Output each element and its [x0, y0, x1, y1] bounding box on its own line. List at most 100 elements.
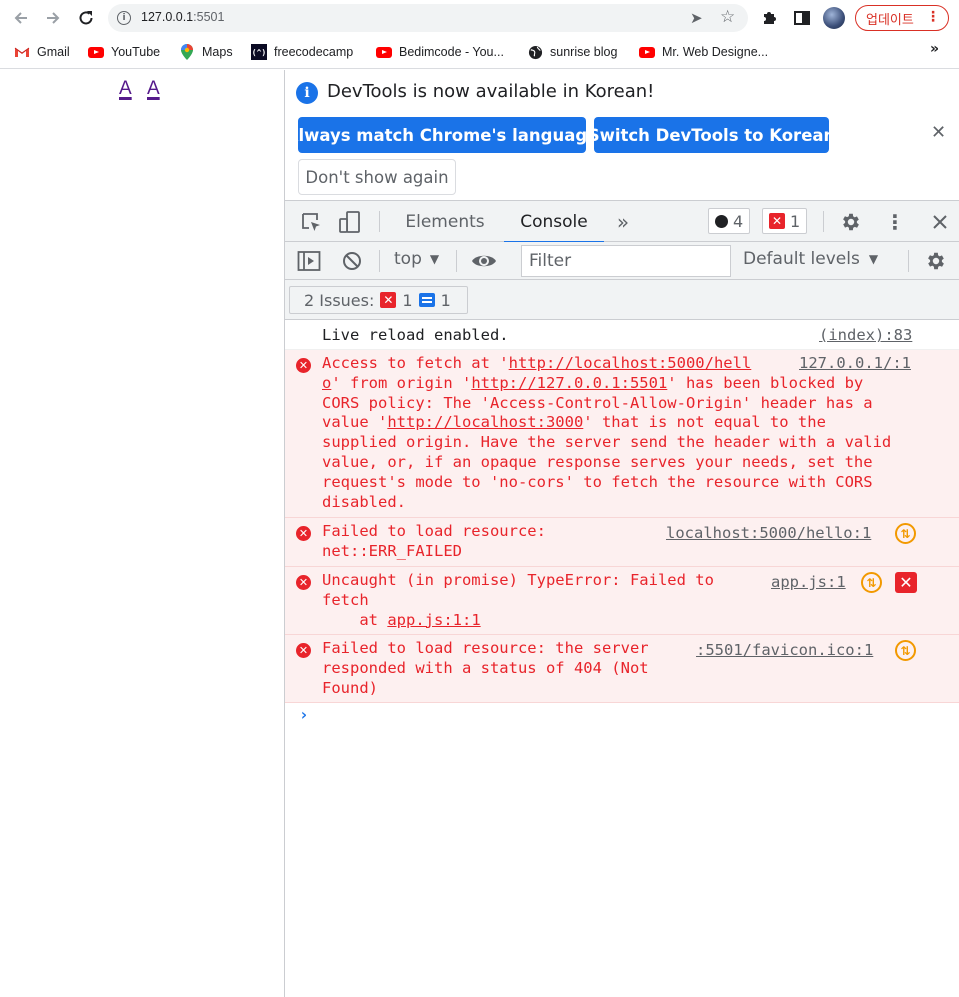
tab-console[interactable]: Console	[504, 201, 604, 243]
stack-trace-link[interactable]: app.js:1:1	[387, 611, 480, 629]
profile-avatar[interactable]	[823, 7, 845, 29]
gear-icon	[928, 252, 944, 270]
network-request-icon[interactable]: ⇅	[895, 640, 916, 661]
gmail-icon	[14, 45, 30, 59]
text-part: ' from origin '	[331, 373, 472, 392]
globe-icon	[527, 45, 543, 59]
close-devtools-button[interactable]	[929, 211, 951, 233]
reload-button[interactable]	[75, 7, 97, 29]
url-text[interactable]: 127.0.0.1:5501	[141, 10, 224, 24]
forward-button[interactable]	[42, 7, 64, 29]
error-square-icon: ✕	[769, 213, 785, 229]
message-text: Failed to load resource: net::ERR_FAILED	[322, 522, 546, 560]
bookmark-sunrise-blog[interactable]: sunrise blog	[527, 43, 617, 61]
side-panel-icon	[794, 11, 810, 25]
match-language-button[interactable]: Always match Chrome's language	[286, 117, 598, 153]
reload-icon	[79, 11, 93, 25]
bookmark-bedimcode[interactable]: Bedimcode - You...	[376, 43, 504, 61]
message-source-link[interactable]: app.js:1	[771, 573, 846, 593]
update-button[interactable]: 업데이트 ⋮	[855, 5, 949, 31]
button-label: Always match Chrome's language	[285, 125, 599, 145]
bookmark-mr-web-designer[interactable]: Mr. Web Designe...	[639, 43, 768, 61]
message-source-link[interactable]: (index):83	[819, 326, 912, 346]
log-levels-dropdown[interactable]: Default levels ▼	[743, 249, 878, 269]
console-messages: Live reload enabled. (index):83 ✕ Access…	[285, 320, 959, 724]
issue-badge-icon[interactable]: ✕	[895, 572, 917, 593]
tab-elements[interactable]: Elements	[395, 201, 495, 242]
inspect-element-button[interactable]	[300, 211, 322, 233]
divider	[823, 211, 824, 232]
page-link[interactable]: A	[147, 78, 160, 100]
extensions-button[interactable]	[759, 7, 781, 29]
tab-label: Elements	[405, 211, 485, 232]
puzzle-icon	[764, 12, 776, 24]
context-value: top	[394, 249, 422, 269]
network-request-icon[interactable]: ⇅	[895, 523, 916, 544]
console-settings-button[interactable]	[925, 250, 947, 272]
language-infobar: i DevTools is now available in Korean! A…	[285, 70, 959, 201]
page-link[interactable]: A	[119, 78, 132, 100]
browser-toolbar: i 127.0.0.1:5501 ➤ ☆ 업데이트 ⋮	[0, 0, 959, 36]
issues-message-count: 1	[440, 290, 451, 310]
text-part: Access to fetch at '	[322, 354, 509, 372]
triangle-down-icon: ▼	[429, 252, 440, 266]
url-link[interactable]: http://127.0.0.1:5501	[471, 374, 667, 392]
bookmark-label: Maps	[202, 45, 233, 59]
devtools-panel: i DevTools is now available in Korean! A…	[285, 70, 959, 997]
issues-bar: 2 Issues: ✕ 1 1	[285, 280, 959, 320]
bookmarks-bar: Gmail YouTube Maps (^) freecodecamp Bedi…	[0, 36, 959, 69]
divider	[456, 250, 457, 272]
console-toolbar: top ▼ Filter Default levels ▼	[285, 242, 959, 280]
site-info-icon[interactable]: i	[117, 11, 131, 25]
message-source-link[interactable]: localhost:5000/hello:1	[666, 524, 871, 544]
network-request-icon[interactable]: ⇅	[861, 572, 882, 593]
youtube-icon	[376, 45, 392, 59]
address-bar[interactable]: i 127.0.0.1:5501 ➤ ☆	[108, 4, 748, 32]
bookmark-label: Gmail	[37, 45, 70, 59]
settings-button[interactable]	[839, 210, 863, 234]
bookmark-label: Mr. Web Designe...	[662, 45, 769, 59]
url-link[interactable]: http://localhost:3000	[387, 413, 583, 431]
bookmark-label: Bedimcode - You...	[399, 45, 504, 59]
side-panel-button[interactable]	[791, 7, 813, 29]
close-icon[interactable]: ✕	[931, 122, 946, 143]
issues-label: 2 Issues:	[304, 290, 375, 310]
show-sidebar-button[interactable]	[297, 250, 321, 272]
bookmark-gmail[interactable]: Gmail	[14, 43, 70, 61]
live-expression-button[interactable]	[471, 250, 497, 272]
message-source-link[interactable]: :5501/favicon.ico:1	[696, 641, 873, 661]
bookmark-star-icon[interactable]: ☆	[720, 7, 735, 27]
button-label: Don't show again	[305, 167, 449, 187]
bookmark-freecodecamp[interactable]: (^) freecodecamp	[251, 43, 353, 61]
clear-console-button[interactable]	[341, 250, 363, 272]
console-message-error: ✕ Failed to load resource: net::ERR_FAIL…	[285, 518, 959, 567]
dont-show-again-button[interactable]: Don't show again	[298, 159, 456, 195]
url-link[interactable]: http://localhost:5000/hell	[509, 354, 752, 372]
message-source-link[interactable]: 127.0.0.1/:1	[799, 354, 911, 374]
more-tabs-button[interactable]: »	[611, 201, 635, 242]
switch-to-korean-button[interactable]: Switch DevTools to Korean	[588, 117, 835, 153]
levels-label: Default levels	[743, 249, 860, 269]
console-prompt[interactable]: ›	[299, 705, 309, 724]
error-square-icon: ✕	[380, 292, 397, 308]
url-host: 127.0.0.1	[141, 10, 194, 24]
warnings-counter[interactable]: 4	[708, 208, 751, 234]
back-button[interactable]	[10, 7, 32, 29]
message-text: Live reload enabled.	[322, 326, 509, 344]
bookmark-youtube[interactable]: YouTube	[88, 43, 160, 61]
url-link[interactable]: o	[322, 374, 331, 392]
bookmarks-overflow-button[interactable]: »	[930, 41, 939, 57]
issues-button[interactable]: 2 Issues: ✕ 1 1	[289, 286, 468, 314]
context-selector[interactable]: top ▼	[394, 249, 439, 269]
info-icon: i	[296, 82, 318, 104]
send-to-devices-icon[interactable]: ➤	[690, 9, 703, 27]
close-icon	[933, 215, 947, 229]
message-text: Access to fetch at 'http://localhost:500…	[322, 354, 891, 512]
message-text: Uncaught (in promise) TypeError: Failed …	[322, 571, 714, 630]
bookmark-maps[interactable]: Maps	[179, 43, 233, 61]
message-dot-icon	[715, 214, 728, 228]
filter-input[interactable]: Filter	[521, 245, 731, 277]
customize-menu-button[interactable]: ⋮	[885, 210, 905, 234]
errors-counter[interactable]: ✕ 1	[762, 208, 808, 234]
device-toolbar-button[interactable]	[338, 210, 362, 234]
